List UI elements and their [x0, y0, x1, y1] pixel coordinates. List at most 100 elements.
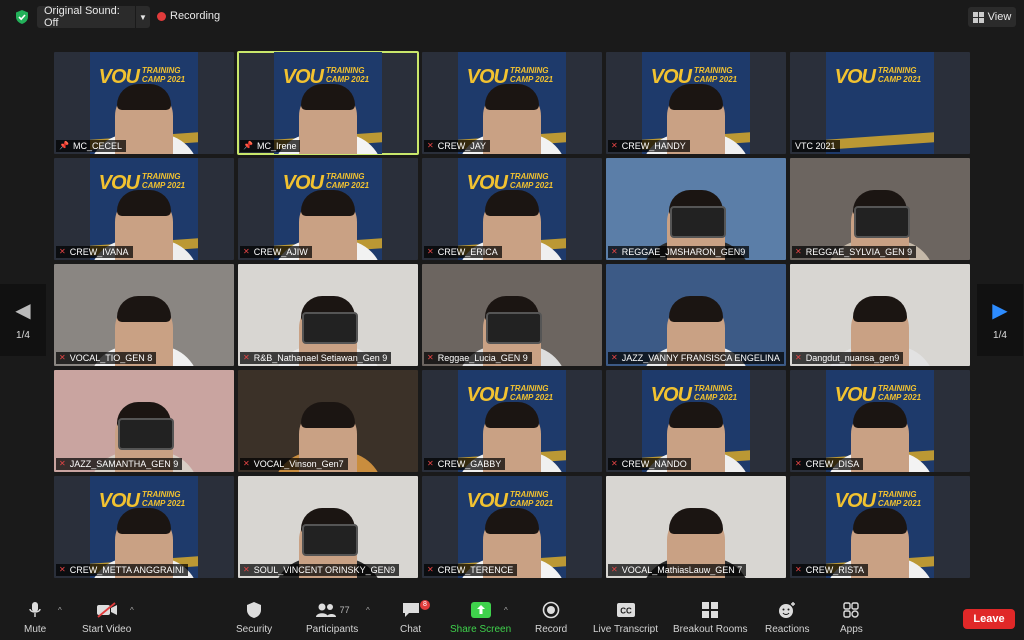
participant-tile[interactable]: VOU TRAINING CAMP 2021 ✕ CREW_HANDY	[606, 52, 786, 154]
next-page-button[interactable]: ▶ 1/4	[977, 284, 1023, 356]
participant-tile[interactable]: VOU TRAINING CAMP 2021 ✕ CREW_IVANA	[54, 158, 234, 260]
participant-name-label: ✕ Dangdut_nuansa_gen9	[792, 352, 904, 364]
smiley-plus-icon	[777, 600, 797, 620]
video-options-chevron-icon[interactable]: ^	[130, 606, 134, 615]
participant-tile[interactable]: VOU TRAINING CAMP 2021 ✕ CREW_RISTA	[790, 476, 970, 578]
recording-label: Recording	[170, 10, 221, 22]
participant-name: MC_CECEL	[72, 141, 122, 151]
muted-mic-icon: ✕	[243, 565, 250, 574]
video-off-icon	[96, 600, 118, 620]
participant-tile[interactable]: ✕ VOCAL_MathiasLauw_GEN 7	[606, 476, 786, 578]
share-options-chevron-icon[interactable]: ^	[504, 606, 508, 615]
participant-name: JAZZ_SAMANTHA_GEN 9	[69, 459, 179, 469]
participant-tile[interactable]: VOU TRAINING CAMP 2021 ✕ CREW_JAY	[422, 52, 602, 154]
banner-subtitle: TRAINING CAMP 2021	[877, 384, 922, 402]
start-video-button[interactable]: Start Video	[82, 600, 131, 635]
participant-hair	[669, 508, 723, 534]
chat-button[interactable]: 8 Chat	[400, 600, 430, 635]
muted-mic-icon: ✕	[611, 141, 618, 150]
participant-tile[interactable]: ✕ R&B_Nathanael Setiawan_Gen 9	[238, 264, 418, 366]
phone-held-icon	[118, 418, 174, 450]
share-screen-button[interactable]: Share Screen	[450, 600, 511, 635]
muted-mic-icon: ✕	[795, 353, 802, 362]
live-transcript-button[interactable]: CC Live Transcript	[593, 600, 658, 635]
phone-held-icon	[670, 206, 726, 238]
chat-label: Chat	[400, 624, 422, 635]
recording-indicator[interactable]: Recording	[157, 10, 220, 22]
arrow-right-icon: ▶	[992, 299, 1008, 322]
participant-hair	[485, 190, 539, 216]
participant-name-label: ✕ JAZZ_VANNY FRANSISCA ENGELINA	[608, 352, 784, 364]
participant-tile[interactable]: ✕ SOUL_VINCENT ORINSKY_GEN9	[238, 476, 418, 578]
participant-tile[interactable]: VOU TRAINING CAMP 2021 VTC 2021	[790, 52, 970, 154]
participant-name-label: ✕ Reggae_Lucia_GEN 9	[424, 352, 532, 364]
participant-tile[interactable]: VOU TRAINING CAMP 2021 ✕ CREW_ERICA	[422, 158, 602, 260]
original-sound-button[interactable]: Original Sound: Off ▼	[37, 5, 150, 29]
participant-tile[interactable]: ✕ Dangdut_nuansa_gen9	[790, 264, 970, 366]
participant-tile[interactable]: ✕ REGGAE_SYLVIA_GEN 9	[790, 158, 970, 260]
participant-tile[interactable]: ✕ JAZZ_VANNY FRANSISCA ENGELINA	[606, 264, 786, 366]
security-button[interactable]: Security	[236, 600, 272, 635]
start-video-label: Start Video	[82, 624, 132, 635]
participant-tile[interactable]: VOU TRAINING CAMP 2021 ✕ CREW_TERENCE	[422, 476, 602, 578]
participant-tile[interactable]: VOU TRAINING CAMP 2021 ✕ CREW_METTA ANGGRAIN…	[54, 476, 234, 578]
banner-subtitle: TRAINING CAMP 2021	[141, 490, 186, 508]
muted-mic-icon: ✕	[427, 565, 434, 574]
chevron-down-icon[interactable]: ▼	[135, 6, 150, 28]
participant-hair	[485, 84, 539, 110]
phone-held-icon	[302, 524, 358, 556]
participant-name-label: ✕ CREW_HANDY	[608, 140, 690, 152]
participant-tile[interactable]: VOU TRAINING CAMP 2021 ✕ CREW_DISA	[790, 370, 970, 472]
svg-text:CC: CC	[620, 607, 632, 616]
participant-tile[interactable]: ✕ REGGAE_JMSHARON_GEN9	[606, 158, 786, 260]
participant-name-label: ✕ CREW_RISTA	[792, 564, 869, 576]
participant-tile[interactable]: ✕ JAZZ_SAMANTHA_GEN 9	[54, 370, 234, 472]
muted-mic-icon: ✕	[243, 459, 250, 468]
record-button[interactable]: Record	[535, 600, 567, 635]
banner-subtitle: TRAINING CAMP 2021	[325, 172, 370, 190]
participant-tile[interactable]: VOU TRAINING CAMP 2021 ✕ CREW_NANDO	[606, 370, 786, 472]
mute-button[interactable]: Mute	[24, 600, 46, 635]
muted-mic-icon: ✕	[611, 459, 618, 468]
leave-meeting-button[interactable]: Leave	[963, 609, 1015, 629]
mute-label: Mute	[24, 624, 47, 635]
microphone-icon	[28, 600, 42, 620]
gallery-view: VOU TRAINING CAMP 2021 📌 MC_CECEL VOU TRAINING…	[54, 51, 970, 578]
participants-icon: 77	[315, 600, 350, 620]
participant-tile[interactable]: VOU TRAINING CAMP 2021 📌 MC_Irene	[237, 51, 419, 155]
participants-options-chevron-icon[interactable]: ^	[366, 606, 370, 615]
muted-mic-icon: ✕	[611, 353, 618, 362]
participant-tile[interactable]: VOU TRAINING CAMP 2021 ✕ CREW_GABBY	[422, 370, 602, 472]
participant-face	[299, 84, 357, 154]
audio-options-chevron-icon[interactable]: ^	[58, 606, 62, 615]
closed-caption-icon: CC	[616, 600, 636, 620]
muted-mic-icon: ✕	[59, 459, 66, 468]
participant-tile[interactable]: ✕ VOCAL_Vinson_Gen7	[238, 370, 418, 472]
chat-icon	[401, 600, 421, 620]
participant-name-label: 📌 MC_CECEL	[56, 140, 126, 152]
participant-tile[interactable]: VOU TRAINING CAMP 2021 📌 MC_CECEL	[54, 52, 234, 154]
participant-name: CREW_RISTA	[805, 565, 865, 575]
share-screen-icon	[470, 600, 492, 620]
pin-icon: 📌	[243, 141, 253, 150]
participants-button[interactable]: 77 Participants	[306, 600, 358, 635]
pin-icon: 📌	[59, 141, 69, 150]
previous-page-button[interactable]: ◀ 1/4	[0, 284, 46, 356]
participant-name: CREW_NANDO	[621, 459, 687, 469]
breakout-rooms-button[interactable]: Breakout Rooms	[673, 600, 747, 635]
participant-face	[483, 84, 541, 154]
chat-unread-badge: 8	[420, 600, 430, 610]
phone-held-icon	[854, 206, 910, 238]
participant-hair	[117, 508, 171, 534]
reactions-button[interactable]: Reactions	[765, 600, 809, 635]
participant-tile[interactable]: ✕ Reggae_Lucia_GEN 9	[422, 264, 602, 366]
muted-mic-icon: ✕	[611, 565, 618, 574]
shield-icon[interactable]	[14, 9, 30, 25]
participant-name: SOUL_VINCENT ORINSKY_GEN9	[253, 565, 396, 575]
apps-button[interactable]: Apps	[840, 600, 863, 635]
participant-name-label: ✕ CREW_TERENCE	[424, 564, 518, 576]
view-button[interactable]: View	[968, 7, 1016, 27]
muted-mic-icon: ✕	[795, 247, 802, 256]
participant-tile[interactable]: VOU TRAINING CAMP 2021 ✕ CREW_AJIW	[238, 158, 418, 260]
participant-tile[interactable]: ✕ VOCAL_TIO_GEN 8	[54, 264, 234, 366]
